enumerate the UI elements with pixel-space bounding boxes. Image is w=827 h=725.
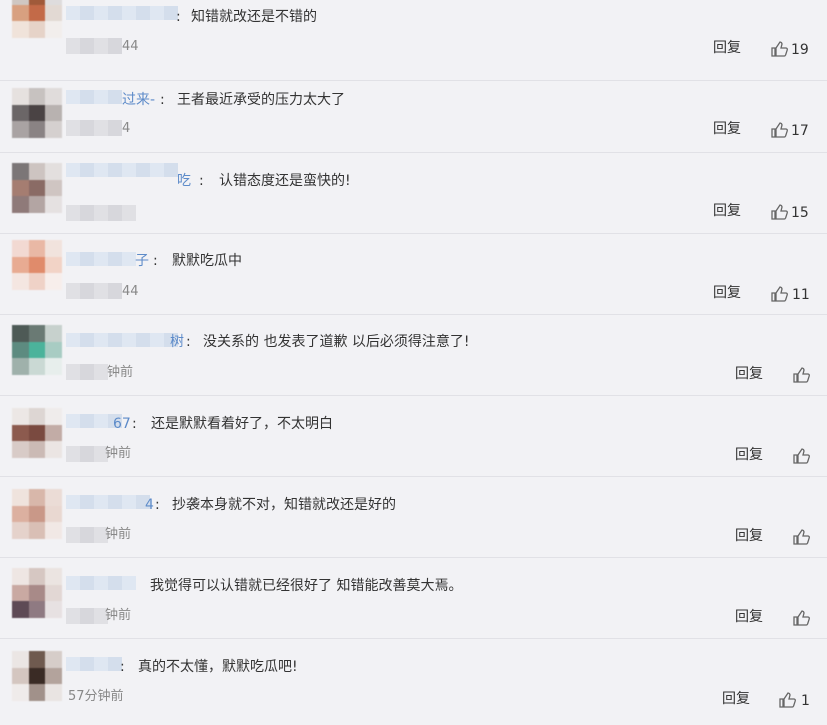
timestamp-mosaic: [66, 364, 108, 380]
comment-text: 真的不太懂，默默吃瓜吧!: [138, 659, 298, 675]
comment-text: 认错态度还是蛮快的!: [219, 173, 351, 189]
timestamp-mosaic: [66, 527, 108, 543]
comment-item: : 知错就改还是不错的 44 回复 19: [0, 0, 827, 81]
avatar[interactable]: [12, 651, 62, 701]
like-count: 15: [791, 205, 809, 221]
timestamp: 钟前: [105, 527, 132, 542]
comment-text: 知错就改还是不错的: [191, 9, 317, 25]
username[interactable]: [66, 246, 136, 274]
username-suffix[interactable]: 子: [135, 251, 149, 271]
reply-button[interactable]: 回复: [713, 283, 741, 303]
comment-item: 我觉得可以认错就已经很好了 知错能改善莫大焉。 钟前 回复: [0, 558, 827, 639]
thumbs-up-icon[interactable]: [778, 691, 796, 709]
avatar[interactable]: [12, 489, 62, 539]
reply-button[interactable]: 回复: [735, 364, 763, 384]
avatar[interactable]: [12, 88, 62, 138]
comment-colon: :: [155, 497, 160, 513]
reply-button[interactable]: 回复: [713, 38, 741, 58]
thumbs-up-icon[interactable]: [792, 366, 810, 384]
comment-text: 没关系的 也发表了道歉 以后必须得注意了!: [203, 334, 470, 350]
comment-text: 抄袭本身就不对，知错就改还是好的: [172, 497, 396, 513]
timestamp: 57分钟前: [68, 689, 124, 704]
username-suffix[interactable]: 4: [145, 495, 154, 515]
comment-item: 67 : 还是默默看着好了，不太明白 钟前 回复: [0, 396, 827, 477]
username[interactable]: [66, 157, 178, 185]
reply-button[interactable]: 回复: [713, 201, 741, 221]
comment-item: 树 : 没关系的 也发表了道歉 以后必须得注意了! 钟前 回复: [0, 315, 827, 396]
comment-item: 过来- : 王者最近承受的压力太大了 4 回复 17: [0, 72, 827, 153]
username[interactable]: [66, 570, 136, 598]
avatar[interactable]: [12, 408, 62, 458]
comment-item: 子 : 默默吃瓜中 44 回复 11: [0, 234, 827, 315]
comment-colon: :: [160, 92, 165, 108]
like-count: 19: [791, 42, 809, 58]
username-suffix[interactable]: 67: [113, 414, 131, 434]
comment-item: 吃 : 认错态度还是蛮快的! 回复 15: [0, 153, 827, 234]
comment-colon: :: [132, 416, 137, 432]
timestamp: 44: [122, 39, 139, 54]
comment-colon: :: [199, 173, 204, 189]
thumbs-up-icon[interactable]: [770, 285, 788, 303]
comment-item: 4 : 抄袭本身就不对，知错就改还是好的 钟前 回复: [0, 477, 827, 558]
timestamp-mosaic: [66, 446, 108, 462]
comment-colon: :: [153, 253, 158, 269]
comment-colon: :: [176, 9, 181, 25]
username-suffix[interactable]: 过来-: [122, 90, 155, 110]
comment-colon: :: [120, 659, 125, 675]
thumbs-up-icon[interactable]: [792, 528, 810, 546]
username[interactable]: [66, 0, 178, 28]
timestamp-mosaic: [66, 283, 122, 299]
timestamp-mosaic: [66, 608, 108, 624]
thumbs-up-icon[interactable]: [770, 40, 788, 58]
timestamp-mosaic: [66, 120, 122, 136]
username[interactable]: [66, 651, 122, 679]
comment-item: : 真的不太懂，默默吃瓜吧! 57分钟前 回复 1: [0, 639, 827, 725]
reply-button[interactable]: 回复: [713, 119, 741, 139]
avatar[interactable]: [12, 240, 62, 290]
comment-colon: :: [186, 334, 191, 350]
timestamp-mosaic: [66, 38, 122, 54]
like-count: 1: [801, 693, 810, 709]
timestamp-mosaic: [66, 205, 136, 221]
username-suffix[interactable]: 树: [170, 332, 184, 352]
reply-button[interactable]: 回复: [722, 689, 750, 709]
like-count: 17: [791, 123, 809, 139]
reply-button[interactable]: 回复: [735, 526, 763, 546]
timestamp: 钟前: [107, 365, 134, 380]
timestamp: 4: [122, 121, 131, 136]
reply-button[interactable]: 回复: [735, 445, 763, 465]
timestamp: 44: [122, 284, 139, 299]
timestamp: 钟前: [105, 608, 132, 623]
comment-list: : 知错就改还是不错的 44 回复 19 过来- : 王者最近承受的压力太大了 …: [0, 0, 827, 725]
thumbs-up-icon[interactable]: [770, 203, 788, 221]
comment-text: 王者最近承受的压力太大了: [177, 92, 345, 108]
avatar[interactable]: [12, 0, 62, 38]
comment-text: 还是默默看着好了，不太明白: [151, 416, 333, 432]
thumbs-up-icon[interactable]: [792, 447, 810, 465]
timestamp: 钟前: [105, 446, 132, 461]
thumbs-up-icon[interactable]: [770, 121, 788, 139]
comment-text: 我觉得可以认错就已经很好了 知错能改善莫大焉。: [150, 578, 463, 594]
username[interactable]: [66, 84, 122, 112]
avatar[interactable]: [12, 163, 62, 213]
reply-button[interactable]: 回复: [735, 607, 763, 627]
comment-text: 默默吃瓜中: [172, 253, 242, 269]
like-count: 11: [792, 287, 810, 303]
username[interactable]: [66, 327, 178, 355]
thumbs-up-icon[interactable]: [792, 609, 810, 627]
username-suffix[interactable]: 吃: [177, 171, 191, 191]
avatar[interactable]: [12, 325, 62, 375]
username[interactable]: [66, 489, 150, 517]
avatar[interactable]: [12, 568, 62, 618]
